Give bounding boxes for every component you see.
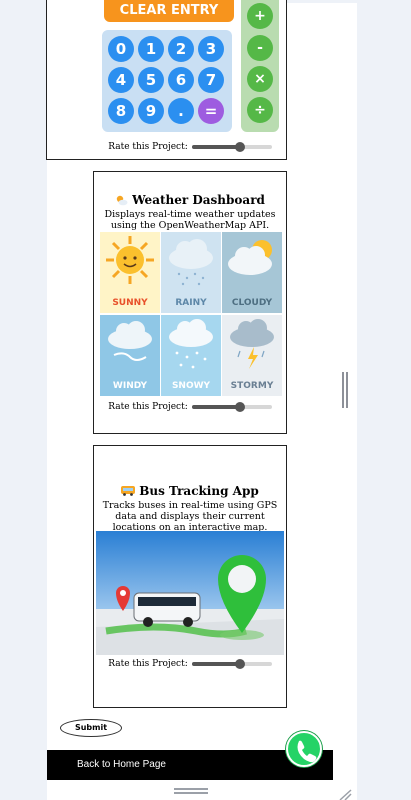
- op-plus: +: [247, 3, 273, 29]
- weather-title-text: Weather Dashboard: [132, 193, 265, 207]
- key-equals: =: [198, 98, 224, 124]
- weather-label: CLOUDY: [231, 298, 273, 308]
- slider-thumb[interactable]: [234, 142, 245, 152]
- key-5: 5: [138, 67, 164, 93]
- rating-row: Rate this Project:: [93, 401, 287, 413]
- clear-entry-label: CLEAR ENTRY: [104, 0, 234, 22]
- key-7: 7: [198, 67, 224, 93]
- weather-stormy: STORMY: [222, 315, 282, 396]
- weather-windy: WINDY: [100, 315, 160, 396]
- bus-tracking-image: [96, 531, 284, 655]
- weather-label: WINDY: [112, 381, 148, 391]
- rating-slider[interactable]: [191, 401, 272, 413]
- slider-thumb[interactable]: [234, 402, 245, 412]
- key-1: 1: [138, 36, 164, 62]
- key-9: 9: [138, 98, 164, 124]
- resize-grip-icon[interactable]: [338, 786, 352, 800]
- weather-rainy: RAINY: [161, 232, 221, 313]
- key-dot: .: [168, 98, 194, 124]
- weather-label: SUNNY: [112, 298, 148, 308]
- card-description: Displays real-time weather updates using…: [104, 209, 276, 231]
- weather-cloudy: CLOUDY: [222, 232, 282, 313]
- weather-snowy: SNOWY: [161, 315, 221, 396]
- weather-label: SNOWY: [171, 381, 211, 391]
- bus-map-illustration: [96, 531, 284, 655]
- weather-emoji-icon: [116, 195, 128, 205]
- weather-sunny: SUNNY: [100, 232, 160, 313]
- calculator-image: CLEAR ENTRY 0 1 2 3 4 5 6 7 8 9 . = + - …: [102, 0, 284, 134]
- key-6: 6: [168, 67, 194, 93]
- rating-label: Rate this Project:: [108, 402, 188, 412]
- rating-slider[interactable]: [191, 658, 272, 670]
- back-to-home-link[interactable]: Back to Home Page: [77, 759, 166, 770]
- op-divide: ÷: [247, 97, 273, 123]
- op-multiply: ×: [247, 66, 273, 92]
- slider-thumb[interactable]: [234, 659, 245, 669]
- bus-title-text: Bus Tracking App: [139, 484, 259, 498]
- phone-call-button[interactable]: [286, 731, 322, 767]
- weather-grid-image: SUNNY RAINY CLOUDY WINDY SNOWY STORMY: [100, 232, 282, 396]
- panel-resize-handle[interactable]: [341, 372, 349, 408]
- weather-label: STORMY: [230, 381, 274, 391]
- card-title: Bus Tracking App: [94, 484, 286, 498]
- weather-label: RAINY: [175, 298, 207, 308]
- bottom-drag-handle[interactable]: [174, 788, 208, 794]
- key-4: 4: [108, 67, 134, 93]
- submit-button[interactable]: Submit: [60, 719, 122, 737]
- rating-slider[interactable]: [191, 141, 272, 153]
- key-2: 2: [168, 36, 194, 62]
- operator-column: + - × ÷: [241, 0, 279, 132]
- rating-label: Rate this Project:: [108, 142, 188, 152]
- card-title: Weather Dashboard: [94, 193, 286, 207]
- key-0: 0: [108, 36, 134, 62]
- card-description: Tracks buses in real-time using GPS data…: [102, 500, 278, 533]
- op-minus: -: [247, 35, 273, 61]
- rating-row: Rate this Project:: [47, 141, 333, 153]
- key-3: 3: [198, 36, 224, 62]
- key-8: 8: [108, 98, 134, 124]
- bus-emoji-icon: [121, 486, 136, 496]
- rating-row: Rate this Project:: [93, 658, 287, 670]
- rating-label: Rate this Project:: [108, 659, 188, 669]
- phone-icon: [297, 740, 317, 763]
